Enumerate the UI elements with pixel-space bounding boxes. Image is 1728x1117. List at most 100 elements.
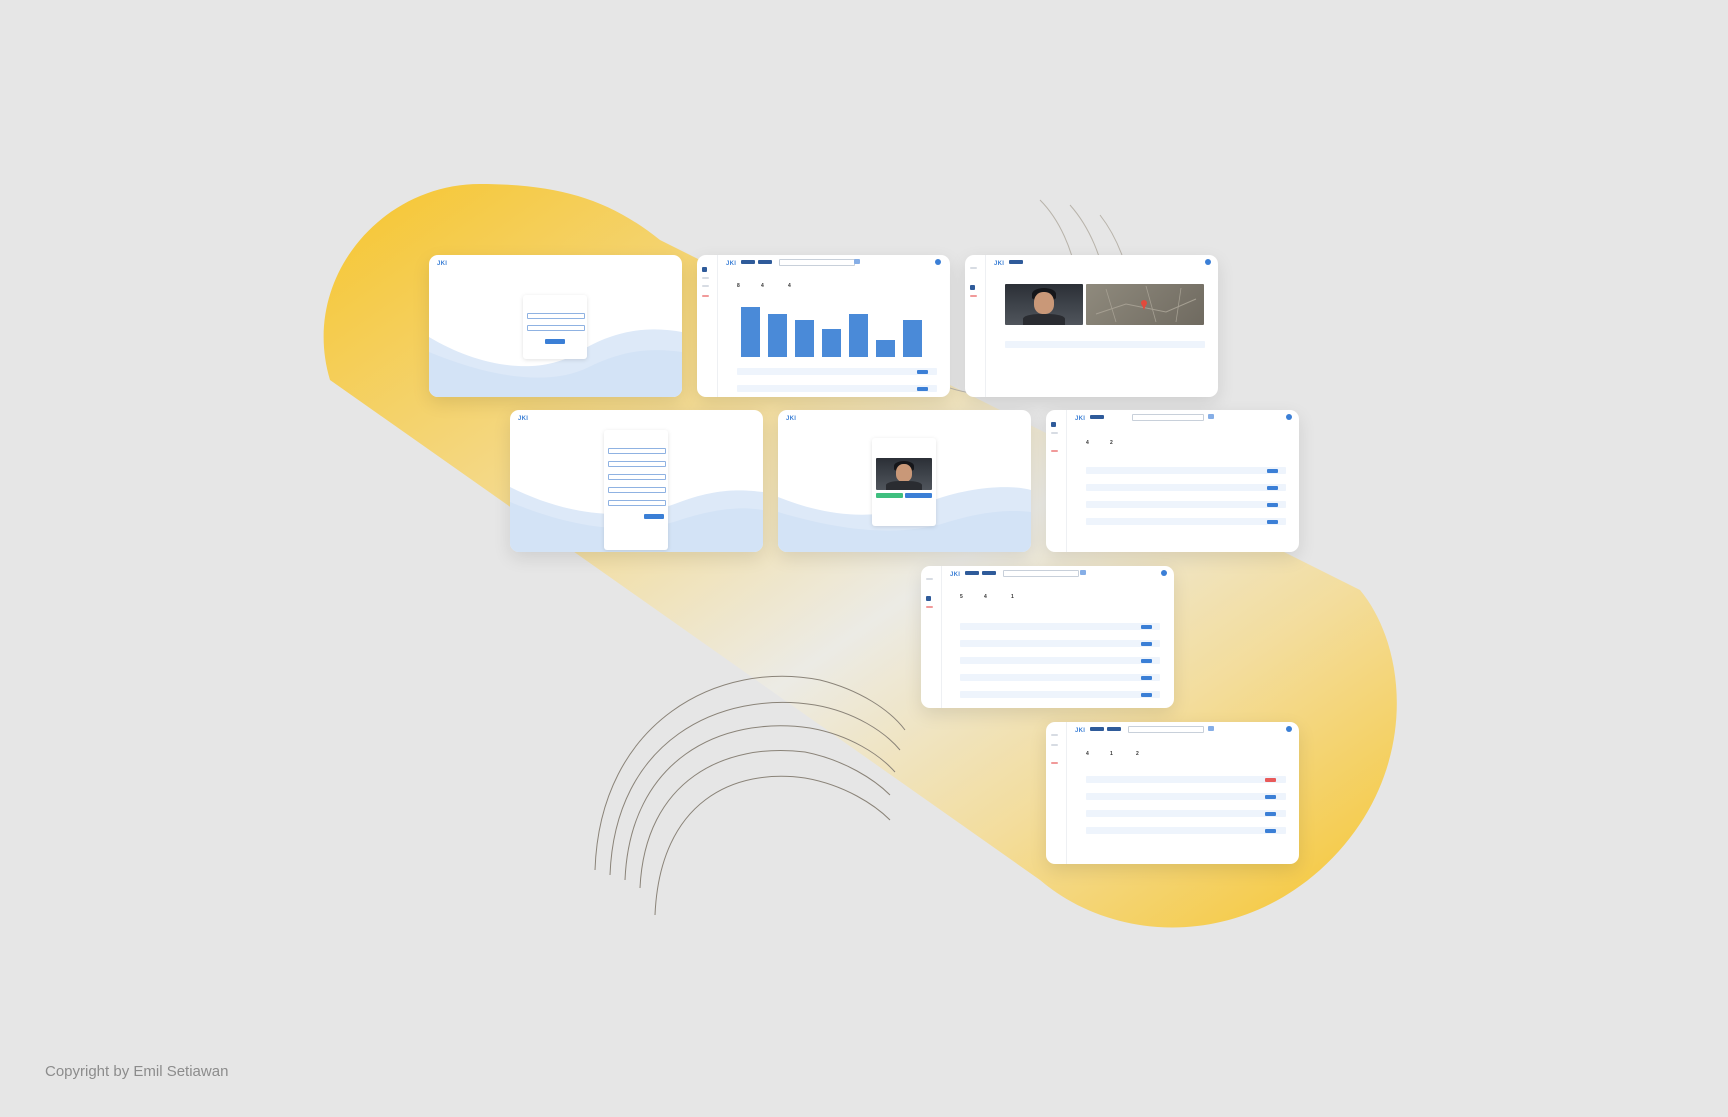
nav-pill[interactable] [758, 260, 772, 264]
chart-bar [795, 320, 814, 357]
retake-button[interactable] [876, 493, 903, 498]
sidebar-item-active[interactable] [702, 267, 707, 272]
face-photo [876, 458, 932, 490]
table-row [960, 691, 1160, 698]
avatar-icon[interactable] [1286, 414, 1292, 420]
logo: JKI [437, 261, 448, 267]
row-action-button[interactable] [1267, 520, 1278, 524]
row-action-button[interactable] [1265, 812, 1276, 816]
row-action-button[interactable] [917, 370, 928, 374]
face-photo [1005, 284, 1083, 325]
avatar-icon[interactable] [1286, 726, 1292, 732]
sidebar [965, 255, 986, 397]
search-input[interactable] [1132, 414, 1204, 421]
sidebar-item-active[interactable] [970, 285, 975, 290]
row-action-button[interactable] [1267, 503, 1278, 507]
nav-pill[interactable] [1009, 260, 1023, 264]
copyright-text: Copyright by Emil Setiawan [45, 1063, 229, 1080]
confirm-password-field[interactable] [608, 500, 666, 506]
sidebar-item-logout[interactable] [1051, 762, 1058, 764]
row-action-button[interactable] [1267, 486, 1278, 490]
avatar-icon[interactable] [935, 259, 941, 265]
table-row [1086, 827, 1286, 834]
chart-bar [903, 320, 922, 357]
checks-table-mockup: JKI 4 2 [1046, 410, 1299, 552]
email-field[interactable] [608, 461, 666, 467]
row-action-button[interactable] [1141, 676, 1152, 680]
attendance-detail-mockup: JKI [965, 255, 1218, 397]
chart-bar [741, 307, 760, 357]
row-action-button[interactable] [1267, 469, 1278, 473]
sidebar-item[interactable] [926, 578, 933, 580]
logo: JKI [518, 416, 529, 422]
search-input[interactable] [779, 259, 855, 266]
nav-pill[interactable] [965, 571, 979, 575]
sidebar-item-logout[interactable] [970, 295, 977, 297]
phone-field[interactable] [608, 474, 666, 480]
row-action-button[interactable] [1141, 642, 1152, 646]
register-screen-mockup: JKI [510, 410, 763, 552]
avatar-icon[interactable] [1161, 570, 1167, 576]
search-icon[interactable] [1208, 726, 1214, 731]
table-row [1086, 793, 1286, 800]
location-map [1086, 284, 1204, 325]
attendance-list-mockup: JKI 5 4 1 [921, 566, 1174, 708]
table-row [1005, 341, 1205, 348]
sidebar-item[interactable] [1051, 734, 1058, 736]
search-input[interactable] [1128, 726, 1204, 733]
row-action-button[interactable] [1265, 795, 1276, 799]
row-action-button[interactable] [1141, 625, 1152, 629]
search-input[interactable] [1003, 570, 1079, 577]
stat-value: 4 [761, 283, 764, 289]
row-action-button[interactable] [1265, 829, 1276, 833]
sidebar-item[interactable] [702, 285, 709, 287]
login-panel [523, 295, 587, 359]
sidebar [1046, 410, 1067, 552]
chart-bar [822, 328, 841, 357]
row-action-button[interactable] [917, 387, 928, 391]
password-field[interactable] [527, 325, 585, 331]
sidebar-item-logout[interactable] [926, 606, 933, 608]
nav-pill[interactable] [741, 260, 755, 264]
logo: JKI [726, 261, 737, 267]
sidebar [1046, 722, 1067, 864]
username-field[interactable] [527, 313, 585, 319]
table-row [737, 368, 937, 375]
login-button[interactable] [545, 339, 565, 344]
decorative-arcs [594, 675, 906, 916]
search-icon[interactable] [854, 259, 860, 264]
stat-value: 4 [1086, 751, 1089, 757]
nav-pill[interactable] [1090, 415, 1104, 419]
table-row [960, 623, 1160, 630]
search-icon[interactable] [1208, 414, 1214, 419]
stat-value: 8 [737, 283, 740, 289]
password-field[interactable] [608, 487, 666, 493]
photo-panel [872, 438, 936, 526]
search-icon[interactable] [1080, 570, 1086, 575]
stat-value: 1 [1011, 594, 1014, 600]
nav-pill[interactable] [1107, 727, 1121, 731]
nav-pill[interactable] [1090, 727, 1104, 731]
sidebar-item-active[interactable] [926, 596, 931, 601]
sidebar-item[interactable] [1051, 432, 1058, 434]
sidebar-item[interactable] [702, 277, 709, 279]
background-art [323, 184, 1397, 928]
sidebar-item-active[interactable] [1051, 422, 1056, 427]
row-status-badge[interactable] [1265, 778, 1276, 782]
sidebar-item[interactable] [1051, 744, 1058, 746]
sidebar-item-logout[interactable] [702, 295, 709, 297]
stat-value: 5 [960, 594, 963, 600]
name-field[interactable] [608, 448, 666, 454]
next-button[interactable] [644, 514, 664, 519]
logo: JKI [1075, 728, 1086, 734]
sidebar-item-logout[interactable] [1051, 450, 1058, 452]
row-action-button[interactable] [1141, 659, 1152, 663]
sidebar [697, 255, 718, 397]
sidebar-item[interactable] [970, 267, 977, 269]
nav-pill[interactable] [982, 571, 996, 575]
map-pin-icon [1095, 285, 1197, 323]
row-action-button[interactable] [1141, 693, 1152, 697]
table-row [960, 674, 1160, 681]
avatar-icon[interactable] [1205, 259, 1211, 265]
upload-button[interactable] [905, 493, 932, 498]
